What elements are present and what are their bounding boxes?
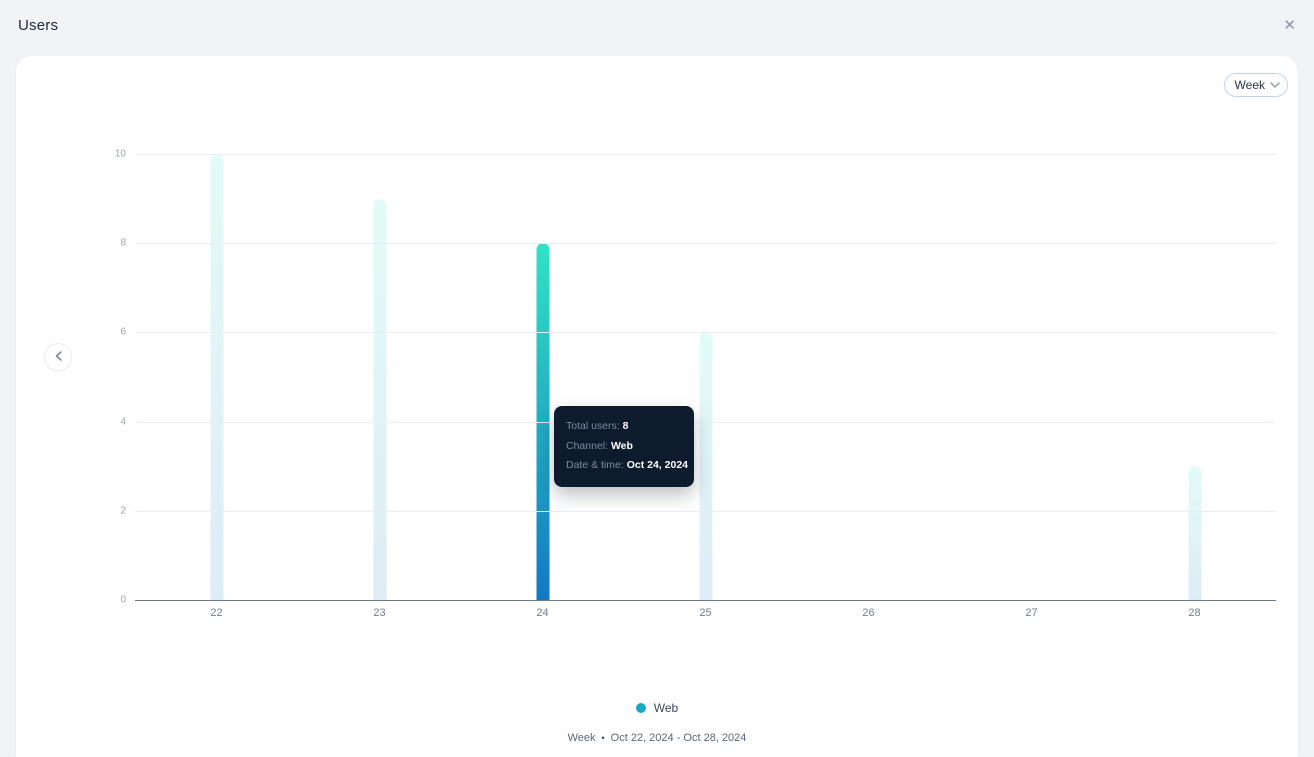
y-tick-label-8: 8 xyxy=(120,237,126,249)
bar-slot-24 xyxy=(461,154,624,600)
close-icon[interactable]: ✕ xyxy=(1283,18,1296,33)
y-tick-label-0: 0 xyxy=(120,594,126,606)
chart-footer: Week • Oct 22, 2024 - Oct 28, 2024 xyxy=(16,732,1298,744)
gridline-y6 xyxy=(135,332,1276,334)
bar-slot-26 xyxy=(787,154,950,600)
bar-slot-23 xyxy=(298,154,461,600)
x-tick-label-26: 26 xyxy=(862,607,875,619)
x-tick-label-25: 25 xyxy=(699,607,712,619)
bar-slot-25 xyxy=(624,154,787,600)
y-tick-label-10: 10 xyxy=(114,148,126,160)
x-axis-line xyxy=(135,600,1276,601)
bar-28[interactable] xyxy=(1188,466,1201,600)
tooltip-date: Date & time: Oct 24, 2024 xyxy=(566,459,688,471)
legend-label-web: Web xyxy=(653,701,679,715)
legend-dot-web xyxy=(635,703,646,713)
chart-legend: Web xyxy=(16,701,1298,715)
x-axis-labels: 22 23 24 25 26 27 28 xyxy=(135,607,1276,619)
y-tick-label-2: 2 xyxy=(120,505,126,517)
chart-panel: Week 0 2 4 6 8 10 22 23 24 25 26 27 28 Total users:… xyxy=(16,56,1298,757)
x-tick-label-22: 22 xyxy=(210,607,223,619)
chevron-left-icon xyxy=(55,348,62,366)
x-tick-label-23: 23 xyxy=(373,607,386,619)
x-tick-label-28: 28 xyxy=(1188,607,1201,619)
bar-23[interactable] xyxy=(373,198,386,600)
page-title: Users xyxy=(18,16,59,34)
range-selector-dropdown[interactable]: Week xyxy=(1223,73,1288,97)
gridline-y2 xyxy=(135,510,1276,512)
range-selector-value: Week xyxy=(1234,78,1265,92)
bar-slot-28 xyxy=(1113,154,1276,600)
chart-tooltip: Total users: 8 Channel: Web Date & time:… xyxy=(554,406,694,487)
modal-header: Users ✕ xyxy=(0,0,1314,50)
tooltip-channel: Channel: Web xyxy=(566,439,633,452)
chevron-down-icon xyxy=(1270,82,1280,88)
bar-slot-27 xyxy=(950,154,1113,600)
footer-date-range: Oct 22, 2024 - Oct 28, 2024 xyxy=(610,732,747,744)
y-tick-label-4: 4 xyxy=(120,416,126,428)
gridline-y8 xyxy=(135,243,1276,245)
users-modal: Users ✕ Week 0 2 4 6 8 10 22 23 24 25 26 27 28 Tota… xyxy=(0,0,1314,757)
x-tick-label-27: 27 xyxy=(1025,607,1038,619)
gridline-y10 xyxy=(135,154,1276,155)
tooltip-total-users: Total users: 8 xyxy=(566,420,629,432)
bars-container xyxy=(135,154,1276,600)
gridline-y4 xyxy=(135,421,1276,423)
bar-chart-plot-area: 0 2 4 6 8 10 xyxy=(115,149,1276,606)
footer-separator-dot: • xyxy=(601,733,605,743)
x-tick-label-24: 24 xyxy=(536,607,549,619)
bar-22[interactable] xyxy=(210,154,223,600)
footer-period: Week xyxy=(567,732,596,744)
prev-period-button[interactable] xyxy=(44,343,72,371)
bar-slot-22 xyxy=(135,154,298,600)
bar-25[interactable] xyxy=(699,332,712,600)
y-tick-label-6: 6 xyxy=(120,326,126,338)
